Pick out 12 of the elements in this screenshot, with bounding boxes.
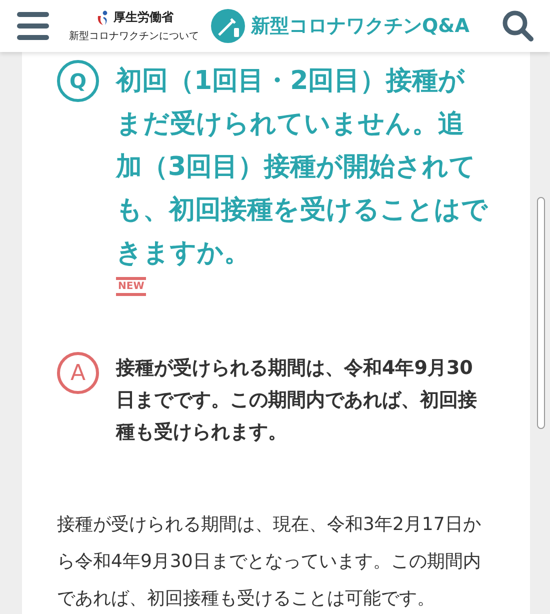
scrollbar-thumb[interactable]	[537, 197, 545, 429]
question-mark-badge: Q	[57, 60, 99, 102]
answer-text: 接種が受けられる期間は、令和4年9月30日までです。この期間内であれば、初回接種も受けられます。	[116, 356, 478, 445]
new-label: NEW	[116, 277, 146, 296]
explanation-text: 接種が受けられる期間は、現在、令和3年2月17日から令和4年9月30日までとなっています。この期間内であれば、初回接種も受けることは可能です。	[57, 513, 482, 611]
menu-icon[interactable]	[17, 11, 49, 41]
question-text: 初回（1回目・2回目）接種がまだ受けられていません。追加（3回目）接種が開始されても、初回接種を受けることはできますか。	[116, 65, 488, 270]
search-icon[interactable]	[502, 10, 534, 42]
syringe-icon	[211, 9, 245, 43]
answer-mark-badge: A	[57, 352, 99, 394]
ministry-subtitle[interactable]: 新型コロナワクチンについて	[69, 29, 199, 43]
ministry-name[interactable]: 厚生労働省	[114, 9, 174, 26]
